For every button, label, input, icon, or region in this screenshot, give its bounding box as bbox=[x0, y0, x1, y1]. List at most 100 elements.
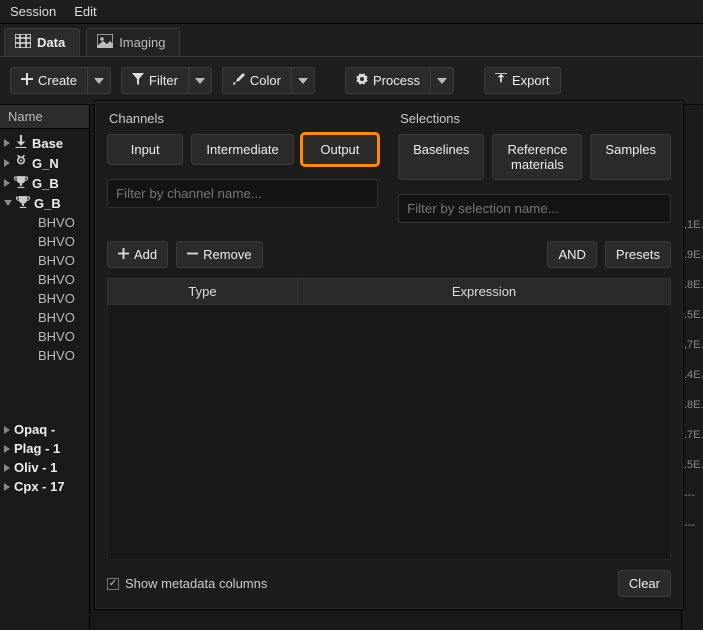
tree-item[interactable]: Oliv - 1 bbox=[2, 458, 89, 477]
tree-item[interactable]: G_N bbox=[2, 153, 89, 173]
tree-item-label: BHVO bbox=[4, 291, 75, 306]
gear-icon bbox=[356, 73, 368, 88]
disclosure-icon bbox=[4, 483, 10, 491]
medal-icon bbox=[14, 155, 28, 171]
tree-item-label: G_N bbox=[32, 156, 59, 171]
download-icon bbox=[14, 135, 28, 151]
show-metadata-label: Show metadata columns bbox=[125, 576, 267, 591]
data-cell-edge: .9E. bbox=[682, 249, 703, 267]
filter-dropdown[interactable] bbox=[188, 67, 212, 94]
filter-label: Filter bbox=[149, 73, 178, 88]
export-label: Export bbox=[512, 73, 550, 88]
filter-button[interactable]: Filter bbox=[121, 67, 188, 94]
clear-button[interactable]: Clear bbox=[618, 570, 671, 597]
tab-imaging[interactable]: Imaging bbox=[86, 28, 180, 56]
add-button[interactable]: Add bbox=[107, 241, 168, 268]
color-label: Color bbox=[250, 73, 281, 88]
disclosure-icon bbox=[4, 200, 12, 206]
data-cell-edge: .4E. bbox=[682, 369, 703, 387]
export-button[interactable]: Export bbox=[484, 67, 561, 94]
filter-grid-body[interactable] bbox=[107, 305, 671, 560]
main-tabs: Data Imaging bbox=[0, 24, 703, 57]
data-cell-edge: .5E. bbox=[682, 459, 703, 477]
selections-tab-samples[interactable]: Samples bbox=[590, 134, 671, 180]
tree-item[interactable]: BHVO bbox=[2, 327, 89, 346]
tree-item[interactable]: Base bbox=[2, 133, 89, 153]
trophy-icon bbox=[16, 195, 30, 211]
column-type[interactable]: Type bbox=[108, 279, 298, 304]
tree-item-label: BHVO bbox=[4, 272, 75, 287]
process-label: Process bbox=[373, 73, 420, 88]
tree-item-label: BHVO bbox=[4, 215, 75, 230]
data-column-edge: .1E..9E..8E..5E..7E..4E..8E..7E..5E.----… bbox=[681, 105, 703, 630]
tree-item[interactable]: G_B bbox=[2, 173, 89, 193]
trophy-icon bbox=[14, 175, 28, 191]
tree-item[interactable]: BHVO bbox=[2, 270, 89, 289]
data-cell-edge: --- bbox=[682, 519, 703, 537]
disclosure-icon bbox=[4, 159, 10, 167]
process-dropdown[interactable] bbox=[430, 67, 454, 94]
tree-item[interactable]: BHVO bbox=[2, 346, 89, 365]
create-dropdown[interactable] bbox=[87, 67, 111, 94]
add-label: Add bbox=[134, 247, 157, 262]
tree-item-label: Opaq - bbox=[14, 422, 55, 437]
tree-pane: Name Base G_N G_B G_B BHVO BHVO BHVO BHVO BHVO BH… bbox=[0, 105, 90, 630]
tree-item[interactable]: BHVO bbox=[2, 213, 89, 232]
remove-button[interactable]: Remove bbox=[176, 241, 262, 268]
channels-tab-output[interactable]: Output bbox=[302, 134, 378, 165]
data-cell-edge: .7E. bbox=[682, 339, 703, 357]
tree-item-label: G_B bbox=[32, 176, 59, 191]
selections-tab-reference-materials[interactable]: Reference materials bbox=[492, 134, 582, 180]
channel-filter-input[interactable] bbox=[107, 179, 378, 208]
data-cell-edge: .7E. bbox=[682, 429, 703, 447]
tree-item[interactable]: BHVO bbox=[2, 289, 89, 308]
remove-label: Remove bbox=[203, 247, 251, 262]
selection-filter-input[interactable] bbox=[398, 194, 671, 223]
data-cell-edge: .8E. bbox=[682, 399, 703, 417]
color-dropdown[interactable] bbox=[291, 67, 315, 94]
tree-item-label: BHVO bbox=[4, 234, 75, 249]
toolbar: Create Filter Color Process Export bbox=[0, 57, 703, 105]
color-button[interactable]: Color bbox=[222, 67, 291, 94]
plus-icon bbox=[21, 73, 33, 88]
tree-item[interactable]: BHVO bbox=[2, 232, 89, 251]
tree-item-label: BHVO bbox=[4, 310, 75, 325]
channels-title: Channels bbox=[107, 111, 378, 126]
tree-item[interactable]: Plag - 1 bbox=[2, 439, 89, 458]
tree-item-label: Oliv - 1 bbox=[14, 460, 57, 475]
and-button[interactable]: AND bbox=[547, 241, 596, 268]
create-button[interactable]: Create bbox=[10, 67, 87, 94]
funnel-icon bbox=[132, 73, 144, 88]
plus-icon bbox=[118, 247, 129, 262]
presets-button[interactable]: Presets bbox=[605, 241, 671, 268]
selections-title: Selections bbox=[398, 111, 671, 126]
data-cell-edge: .5E. bbox=[682, 309, 703, 327]
tree-item-label: BHVO bbox=[4, 329, 75, 344]
tab-data[interactable]: Data bbox=[4, 28, 80, 56]
menu-session[interactable]: Session bbox=[10, 4, 56, 19]
disclosure-icon bbox=[4, 426, 10, 434]
tree-item[interactable]: Cpx - 17 bbox=[2, 477, 89, 496]
tree-item[interactable]: Opaq - bbox=[2, 420, 89, 439]
selections-tab-baselines[interactable]: Baselines bbox=[398, 134, 484, 180]
tree-item-label: G_B bbox=[34, 196, 61, 211]
channels-tab-intermediate[interactable]: Intermediate bbox=[191, 134, 293, 165]
tree-item-label: Base bbox=[32, 136, 63, 151]
tree-item-label: Plag - 1 bbox=[14, 441, 60, 456]
process-button[interactable]: Process bbox=[345, 67, 430, 94]
column-expression[interactable]: Expression bbox=[298, 279, 670, 304]
check-icon: ✓ bbox=[107, 578, 119, 590]
menu-edit[interactable]: Edit bbox=[74, 4, 96, 19]
filter-dialog: Channels Input Intermediate Output Selec… bbox=[94, 100, 684, 610]
tree-item[interactable]: BHVO bbox=[2, 308, 89, 327]
disclosure-icon bbox=[4, 139, 10, 147]
tree-item[interactable]: BHVO bbox=[2, 251, 89, 270]
tab-data-label: Data bbox=[37, 35, 65, 50]
show-metadata-checkbox[interactable]: ✓ Show metadata columns bbox=[107, 576, 267, 591]
image-icon bbox=[97, 34, 113, 51]
tree-item[interactable]: G_B bbox=[2, 193, 89, 213]
data-cell-edge: .8E. bbox=[682, 279, 703, 297]
channels-tab-input[interactable]: Input bbox=[107, 134, 183, 165]
tree-item-label: BHVO bbox=[4, 253, 75, 268]
tree-header-name[interactable]: Name bbox=[0, 105, 89, 129]
